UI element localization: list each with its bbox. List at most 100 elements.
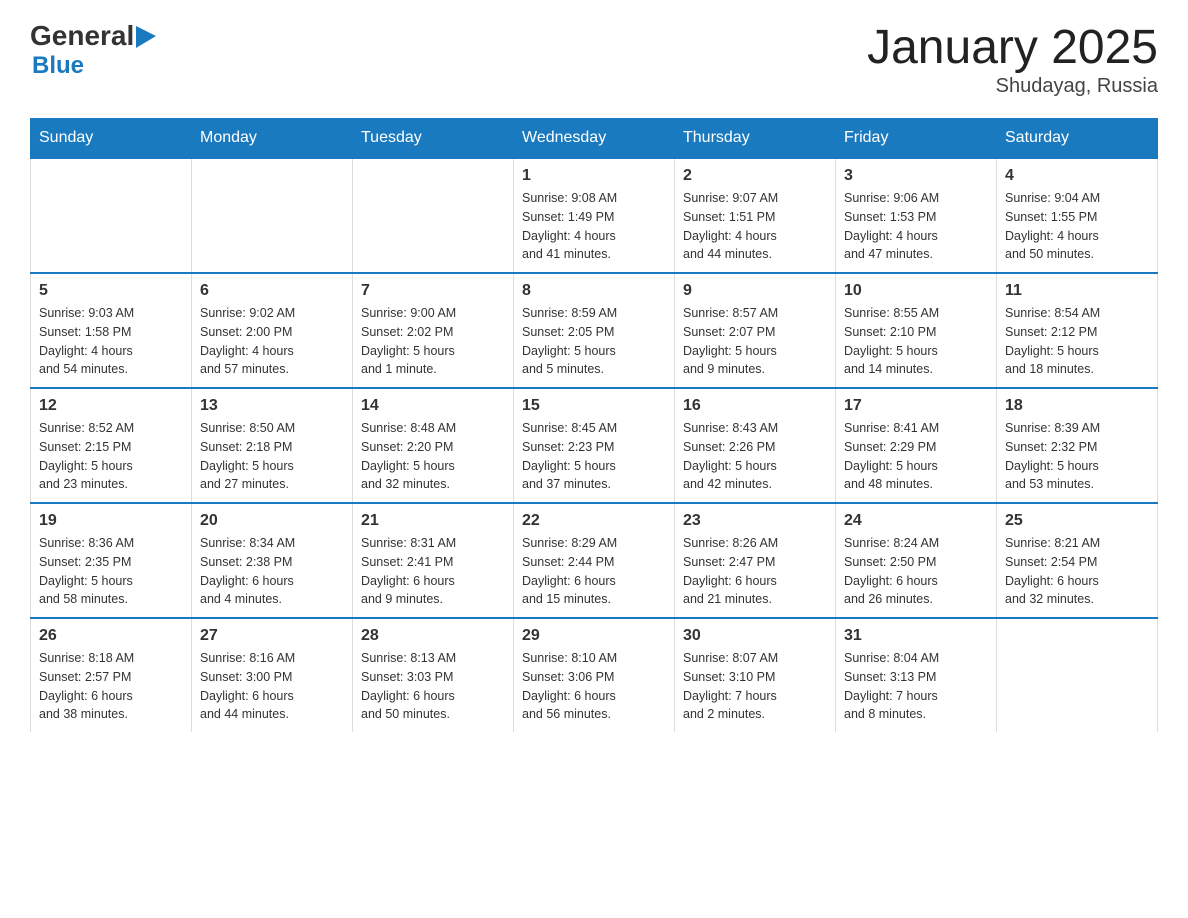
day-info: Sunrise: 9:00 AM Sunset: 2:02 PM Dayligh… <box>361 304 505 379</box>
header-friday: Friday <box>836 119 997 159</box>
day-number: 31 <box>844 627 988 645</box>
table-row: 24 Sunrise: 8:24 AM Sunset: 2:50 PM Dayli… <box>836 503 997 618</box>
logo-arrow-icon <box>136 26 156 48</box>
day-info: Sunrise: 8:57 AM Sunset: 2:07 PM Dayligh… <box>683 304 827 379</box>
day-number: 2 <box>683 167 827 185</box>
day-info: Sunrise: 8:48 AM Sunset: 2:20 PM Dayligh… <box>361 419 505 494</box>
table-row: 16Sunrise: 8:43 AM Sunset: 2:26 PM Dayli… <box>675 388 836 503</box>
logo: General Blue <box>30 20 156 80</box>
calendar-week-row: 5Sunrise: 9:03 AM Sunset: 1:58 PM Daylig… <box>31 273 1158 388</box>
calendar-week-row: 1 Sunrise: 9:08 AM Sunset: 1:49 PM Daylig… <box>31 158 1158 273</box>
table-row: 12 Sunrise: 8:52 AM Sunset: 2:15 PM Dayli… <box>31 388 192 503</box>
header-tuesday: Tuesday <box>353 119 514 159</box>
day-number: 12 <box>39 397 183 415</box>
table-row: 22 Sunrise: 8:29 AM Sunset: 2:44 PM Dayli… <box>514 503 675 618</box>
day-info: Sunrise: 8:52 AM Sunset: 2:15 PM Dayligh… <box>39 419 183 494</box>
day-info: Sunrise: 8:45 AM Sunset: 2:23 PM Dayligh… <box>522 419 666 494</box>
table-row: 10Sunrise: 8:55 AM Sunset: 2:10 PM Dayli… <box>836 273 997 388</box>
day-info: Sunrise: 8:43 AM Sunset: 2:26 PM Dayligh… <box>683 419 827 494</box>
day-info: Sunrise: 9:04 AM Sunset: 1:55 PM Dayligh… <box>1005 189 1149 264</box>
table-row: 26 Sunrise: 8:18 AM Sunset: 2:57 PM Dayli… <box>31 618 192 732</box>
day-number: 9 <box>683 282 827 300</box>
day-info: Sunrise: 8:54 AM Sunset: 2:12 PM Dayligh… <box>1005 304 1149 379</box>
day-number: 24 <box>844 512 988 530</box>
day-number: 20 <box>200 512 344 530</box>
table-row: 18 Sunrise: 8:39 AM Sunset: 2:32 PM Dayli… <box>997 388 1158 503</box>
day-info: Sunrise: 8:34 AM Sunset: 2:38 PM Dayligh… <box>200 534 344 609</box>
day-info: Sunrise: 8:50 AM Sunset: 2:18 PM Dayligh… <box>200 419 344 494</box>
day-info: Sunrise: 8:21 AM Sunset: 2:54 PM Dayligh… <box>1005 534 1149 609</box>
day-info: Sunrise: 8:59 AM Sunset: 2:05 PM Dayligh… <box>522 304 666 379</box>
calendar-week-row: 12 Sunrise: 8:52 AM Sunset: 2:15 PM Dayli… <box>31 388 1158 503</box>
day-number: 5 <box>39 282 183 300</box>
table-row <box>997 618 1158 732</box>
table-row: 23Sunrise: 8:26 AM Sunset: 2:47 PM Dayli… <box>675 503 836 618</box>
day-number: 8 <box>522 282 666 300</box>
day-info: Sunrise: 9:08 AM Sunset: 1:49 PM Dayligh… <box>522 189 666 264</box>
day-info: Sunrise: 8:10 AM Sunset: 3:06 PM Dayligh… <box>522 649 666 724</box>
day-info: Sunrise: 8:07 AM Sunset: 3:10 PM Dayligh… <box>683 649 827 724</box>
table-row: 15Sunrise: 8:45 AM Sunset: 2:23 PM Dayli… <box>514 388 675 503</box>
header-thursday: Thursday <box>675 119 836 159</box>
day-info: Sunrise: 8:36 AM Sunset: 2:35 PM Dayligh… <box>39 534 183 609</box>
header-wednesday: Wednesday <box>514 119 675 159</box>
logo-general: General <box>30 20 134 52</box>
day-number: 18 <box>1005 397 1149 415</box>
day-info: Sunrise: 8:29 AM Sunset: 2:44 PM Dayligh… <box>522 534 666 609</box>
table-row: 27Sunrise: 8:16 AM Sunset: 3:00 PM Dayli… <box>192 618 353 732</box>
day-number: 23 <box>683 512 827 530</box>
table-row: 7 Sunrise: 9:00 AM Sunset: 2:02 PM Daylig… <box>353 273 514 388</box>
day-info: Sunrise: 8:31 AM Sunset: 2:41 PM Dayligh… <box>361 534 505 609</box>
calendar-week-row: 26 Sunrise: 8:18 AM Sunset: 2:57 PM Dayli… <box>31 618 1158 732</box>
day-number: 28 <box>361 627 505 645</box>
calendar-week-row: 19 Sunrise: 8:36 AM Sunset: 2:35 PM Dayli… <box>31 503 1158 618</box>
day-info: Sunrise: 9:07 AM Sunset: 1:51 PM Dayligh… <box>683 189 827 264</box>
table-row: 17 Sunrise: 8:41 AM Sunset: 2:29 PM Dayli… <box>836 388 997 503</box>
table-row: 9 Sunrise: 8:57 AM Sunset: 2:07 PM Daylig… <box>675 273 836 388</box>
day-number: 7 <box>361 282 505 300</box>
day-number: 1 <box>522 167 666 185</box>
day-number: 4 <box>1005 167 1149 185</box>
day-number: 14 <box>361 397 505 415</box>
logo-blue: Blue <box>32 52 84 79</box>
day-info: Sunrise: 9:02 AM Sunset: 2:00 PM Dayligh… <box>200 304 344 379</box>
day-number: 17 <box>844 397 988 415</box>
day-number: 25 <box>1005 512 1149 530</box>
day-number: 26 <box>39 627 183 645</box>
table-row: 28 Sunrise: 8:13 AM Sunset: 3:03 PM Dayli… <box>353 618 514 732</box>
day-info: Sunrise: 8:04 AM Sunset: 3:13 PM Dayligh… <box>844 649 988 724</box>
table-row: 13 Sunrise: 8:50 AM Sunset: 2:18 PM Dayli… <box>192 388 353 503</box>
day-number: 21 <box>361 512 505 530</box>
day-info: Sunrise: 8:55 AM Sunset: 2:10 PM Dayligh… <box>844 304 988 379</box>
header-saturday: Saturday <box>997 119 1158 159</box>
table-row: 21 Sunrise: 8:31 AM Sunset: 2:41 PM Dayli… <box>353 503 514 618</box>
day-number: 22 <box>522 512 666 530</box>
day-number: 11 <box>1005 282 1149 300</box>
day-info: Sunrise: 8:24 AM Sunset: 2:50 PM Dayligh… <box>844 534 988 609</box>
table-row: 29 Sunrise: 8:10 AM Sunset: 3:06 PM Dayli… <box>514 618 675 732</box>
table-row <box>31 158 192 273</box>
day-number: 6 <box>200 282 344 300</box>
table-row: 19 Sunrise: 8:36 AM Sunset: 2:35 PM Dayli… <box>31 503 192 618</box>
day-info: Sunrise: 8:13 AM Sunset: 3:03 PM Dayligh… <box>361 649 505 724</box>
table-row: 3Sunrise: 9:06 AM Sunset: 1:53 PM Daylig… <box>836 158 997 273</box>
table-row <box>192 158 353 273</box>
day-info: Sunrise: 9:06 AM Sunset: 1:53 PM Dayligh… <box>844 189 988 264</box>
location-subtitle: Shudayag, Russia <box>867 75 1158 98</box>
day-info: Sunrise: 8:41 AM Sunset: 2:29 PM Dayligh… <box>844 419 988 494</box>
table-row: 31 Sunrise: 8:04 AM Sunset: 3:13 PM Dayli… <box>836 618 997 732</box>
month-year-title: January 2025 <box>867 20 1158 75</box>
table-row: 20 Sunrise: 8:34 AM Sunset: 2:38 PM Dayli… <box>192 503 353 618</box>
day-number: 13 <box>200 397 344 415</box>
day-info: Sunrise: 8:18 AM Sunset: 2:57 PM Dayligh… <box>39 649 183 724</box>
day-number: 29 <box>522 627 666 645</box>
day-info: Sunrise: 8:39 AM Sunset: 2:32 PM Dayligh… <box>1005 419 1149 494</box>
page-header: General Blue January 2025 Shudayag, Russ… <box>30 20 1158 98</box>
table-row: 25 Sunrise: 8:21 AM Sunset: 2:54 PM Dayli… <box>997 503 1158 618</box>
table-row: 8 Sunrise: 8:59 AM Sunset: 2:05 PM Daylig… <box>514 273 675 388</box>
header-sunday: Sunday <box>31 119 192 159</box>
table-row: 14 Sunrise: 8:48 AM Sunset: 2:20 PM Dayli… <box>353 388 514 503</box>
day-info: Sunrise: 8:16 AM Sunset: 3:00 PM Dayligh… <box>200 649 344 724</box>
day-number: 19 <box>39 512 183 530</box>
calendar-table: Sunday Monday Tuesday Wednesday Thursday… <box>30 118 1158 732</box>
